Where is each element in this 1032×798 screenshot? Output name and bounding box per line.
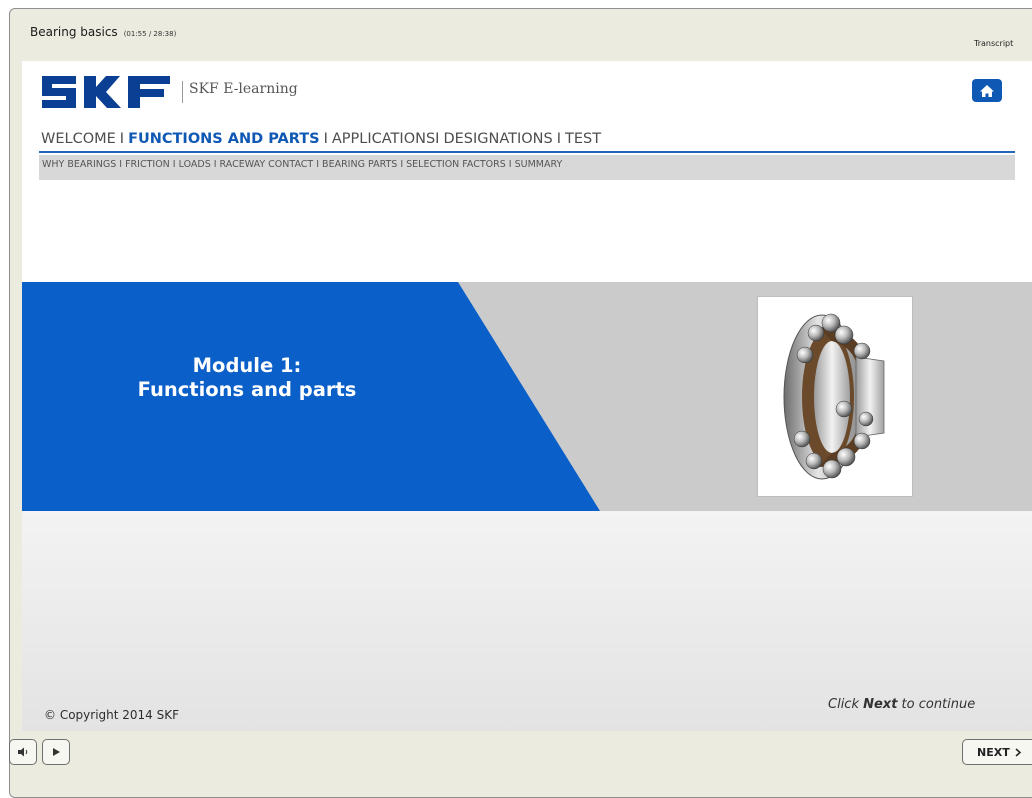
main-nav: WELCOME I FUNCTIONS AND PARTS I APPLICATIONS… — [41, 131, 601, 147]
sub-nav: WHY BEARINGS I FRICTION I LOADS I RACEWAY CONT… — [39, 155, 1015, 180]
nav-separator: I — [556, 131, 561, 147]
slide-stage: SKF E-learning WELCOME I FUNCTIONS AND PAR… — [22, 61, 1032, 731]
course-time: (01:55 / 28:38) — [123, 30, 177, 38]
nav-test[interactable]: TEST — [565, 131, 601, 147]
nav-underline — [39, 151, 1015, 153]
hint-pre: Click — [828, 697, 864, 712]
lower-panel: Click Next to continue © Copyright 2014 … — [22, 511, 1032, 731]
subnav-raceway-contact[interactable]: RACEWAY CONTACT — [220, 159, 314, 170]
hint-post: to continue — [897, 697, 976, 712]
speaker-icon — [18, 747, 28, 757]
chevron-right-icon — [1015, 747, 1021, 757]
course-title-text: Bearing basics — [30, 25, 118, 39]
nav-separator: I — [119, 131, 125, 147]
hint-next: Next — [863, 697, 898, 712]
copyright: © Copyright 2014 SKF — [44, 708, 180, 722]
subnav-separator: I — [400, 159, 404, 170]
home-button[interactable] — [972, 79, 1002, 102]
audio-button[interactable] — [9, 739, 37, 765]
nav-applications[interactable]: APPLICATIONS — [332, 131, 435, 147]
bearing-image — [757, 296, 913, 497]
logo-divider — [182, 81, 183, 103]
bearing-illustration — [783, 313, 885, 480]
subnav-separator: I — [316, 159, 320, 170]
home-icon — [980, 84, 994, 97]
subnav-friction[interactable]: FRICTION — [125, 159, 170, 170]
subnav-bearing-parts[interactable]: BEARING PARTS — [322, 159, 397, 170]
nav-separator: I — [323, 131, 328, 147]
subnav-separator: I — [213, 159, 217, 170]
subnav-separator: I — [119, 159, 123, 170]
module-banner: Module 1: Functions and parts — [22, 282, 1032, 511]
nav-welcome[interactable]: WELCOME — [41, 131, 116, 147]
play-button[interactable] — [42, 739, 70, 765]
subnav-loads[interactable]: LOADS — [179, 159, 211, 170]
subnav-separator: I — [172, 159, 176, 170]
nav-designations[interactable]: DESIGNATIONS — [443, 131, 552, 147]
course-title: Bearing basics (01:55 / 28:38) — [30, 25, 176, 39]
next-label: NEXT — [977, 745, 1010, 759]
module-title-line2: Functions and parts — [137, 378, 357, 401]
nav-functions-and-parts[interactable]: FUNCTIONS AND PARTS — [128, 131, 320, 147]
subnav-summary[interactable]: SUMMARY — [515, 159, 563, 170]
subnav-separator: I — [508, 159, 512, 170]
subnav-why-bearings[interactable]: WHY BEARINGS — [42, 159, 116, 170]
module-title-line1: Module 1: — [192, 354, 302, 377]
product-name: SKF E-learning — [189, 81, 298, 97]
next-button[interactable]: NEXT — [962, 739, 1032, 765]
transcript-link[interactable]: Transcript — [974, 39, 1013, 48]
play-icon — [53, 748, 60, 756]
module-title: Module 1: Functions and parts — [82, 354, 412, 402]
skf-logo — [42, 76, 170, 108]
nav-separator: I — [435, 131, 440, 147]
subnav-selection-factors[interactable]: SELECTION FACTORS — [406, 159, 506, 170]
continue-hint: Click Next to continue — [828, 697, 975, 712]
